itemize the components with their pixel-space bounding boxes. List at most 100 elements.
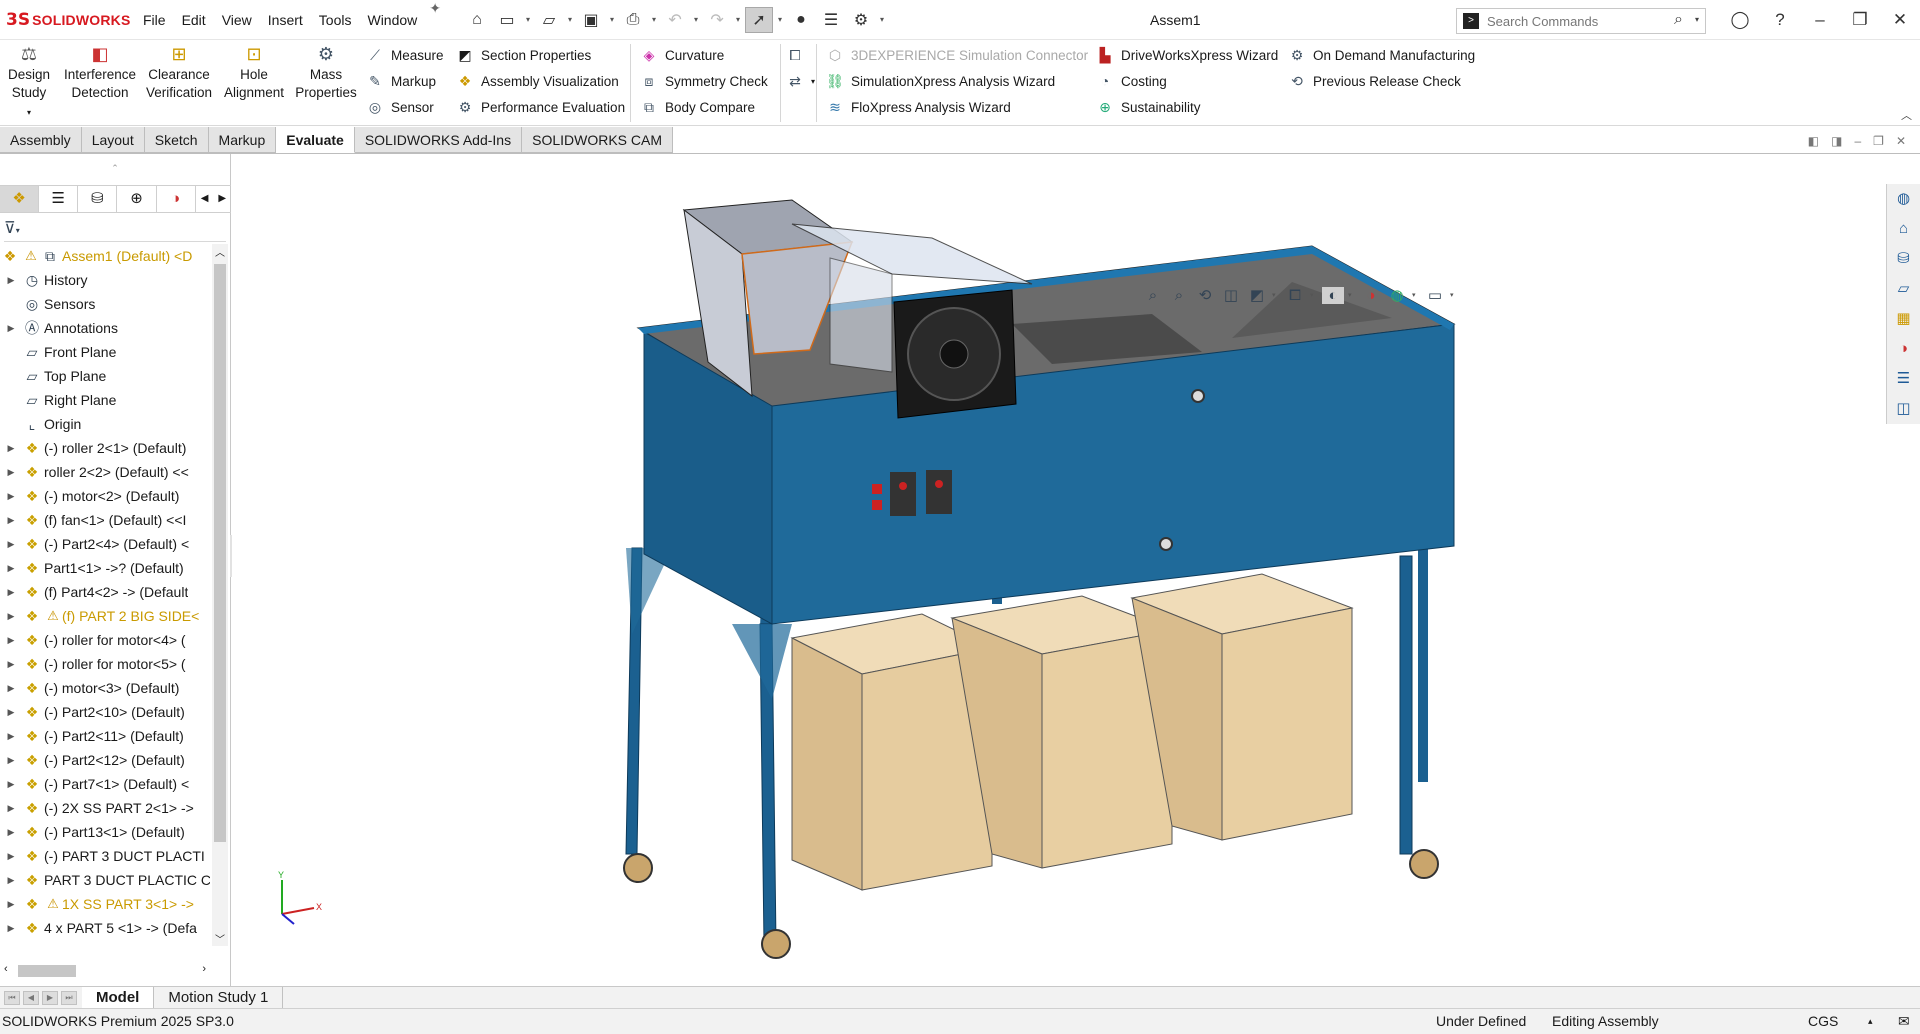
expand-arrow-icon[interactable]: ▶ <box>0 755 22 766</box>
costing-button[interactable]: ◔ Costing <box>1096 68 1278 94</box>
tree-item[interactable]: ▶ ❖ ⚠ 1X SS PART 3<1> -> <box>0 892 210 916</box>
zoom-to-area-icon[interactable]: ⌕ <box>1168 287 1190 304</box>
menu-file[interactable]: File <box>135 0 174 40</box>
tree-item[interactable]: ▶ ❖ (f) Part4<2> -> (Default <box>0 580 210 604</box>
redo-icon[interactable]: ↷ <box>703 7 731 33</box>
first-tab-icon[interactable]: ⏮ <box>4 990 20 1005</box>
section-properties-button[interactable]: ◩ Section Properties <box>456 42 625 68</box>
prev-tab-icon[interactable]: ◀ <box>23 990 39 1005</box>
sustainability-button[interactable]: ⊕ Sustainability <box>1096 94 1278 120</box>
tree-item[interactable]: ▶ ❖ (-) motor<3> (Default) <box>0 676 210 700</box>
floxpress-button[interactable]: ≋ FloXpress Analysis Wizard <box>826 94 1088 120</box>
tree-item[interactable]: ▶ ❖ (-) Part2<4> (Default) < <box>0 532 210 556</box>
expand-arrow-icon[interactable]: ▶ <box>0 731 22 742</box>
expand-arrow-icon[interactable]: ▶ <box>0 443 22 454</box>
display-style-icon[interactable]: ◐ <box>1322 286 1344 304</box>
panel-tab-right-arrow-icon[interactable]: ▶ <box>213 186 231 212</box>
section-view-icon[interactable]: ◫ <box>1220 286 1242 304</box>
select-dropdown-icon[interactable]: ▾ <box>775 15 785 24</box>
view-palette-icon[interactable]: ▦ <box>1887 304 1920 334</box>
tab-markup[interactable]: Markup <box>208 127 277 153</box>
previous-view-icon[interactable]: ⟲ <box>1194 286 1216 304</box>
new-document-icon[interactable]: ▭ <box>493 7 521 33</box>
tree-item[interactable]: ▶❖4 x PART 5 <2> -> (Defa <box>0 940 210 947</box>
redo-dropdown-icon[interactable]: ▾ <box>733 15 743 24</box>
view-orientation-icon[interactable]: ⧠ <box>1284 287 1306 304</box>
expand-arrow-icon[interactable]: ▶ <box>0 587 22 598</box>
measure-button[interactable]: ⟋ Measure <box>366 42 443 68</box>
undo-icon[interactable]: ↶ <box>661 7 689 33</box>
user-account-icon[interactable]: ◯ <box>1720 10 1760 30</box>
scroll-thumb[interactable] <box>214 264 226 842</box>
design-study-button[interactable]: ⚖ Design Study ▾ <box>4 44 54 122</box>
tree-item[interactable]: ▶ ❖ Part1<1> ->? (Default) <box>0 556 210 580</box>
tree-item[interactable]: ▶ ❖ (-) 2X SS PART 2<1> -> <box>0 796 210 820</box>
last-tab-icon[interactable]: ⏭ <box>61 990 77 1005</box>
design-study-dropdown-icon[interactable]: ▾ <box>27 108 31 117</box>
assembly-visualization-button[interactable]: ❖ Assembly Visualization <box>456 68 625 94</box>
search-dropdown-icon[interactable]: ▾ <box>1695 15 1699 24</box>
tree-item[interactable]: ▶ ❖ (-) Part2<11> (Default) <box>0 724 210 748</box>
status-message-icon[interactable]: ✉ <box>1898 1009 1910 1033</box>
expand-arrow-icon[interactable]: ▶ <box>0 539 22 550</box>
dynamic-annotation-icon[interactable]: ◩ <box>1246 286 1268 304</box>
restore-icon[interactable]: ❐ <box>1840 10 1880 30</box>
save-dropdown-icon[interactable]: ▾ <box>607 15 617 24</box>
hole-alignment-button[interactable]: ⊡ Hole Alignment <box>220 44 288 102</box>
expand-arrow-icon[interactable]: ▶ <box>0 899 22 910</box>
tab-sketch[interactable]: Sketch <box>144 127 209 153</box>
tree-root-assembly[interactable]: ❖ ⚠ ⧉ Assem1 (Default) <D <box>0 244 210 268</box>
pin-icon[interactable]: ✦ <box>429 0 441 40</box>
compare-dropdown-icon[interactable]: ▾ <box>811 77 815 86</box>
tree-item[interactable]: ▱ Front Plane <box>0 340 210 364</box>
open-dropdown-icon[interactable]: ▾ <box>565 15 575 24</box>
tree-item[interactable]: ▶ ❖ 4 x PART 5 <1> -> (Defa <box>0 916 210 940</box>
featuremanager-tab-icon[interactable]: ❖ <box>0 186 40 212</box>
expand-arrow-icon[interactable]: ▶ <box>0 875 22 886</box>
minimize-icon[interactable]: – <box>1800 10 1840 30</box>
sensor-button[interactable]: ◎ Sensor <box>366 94 444 120</box>
search-icon[interactable]: ⌕ <box>1674 11 1683 29</box>
clearance-verification-button[interactable]: ⊞ Clearance Verification <box>144 44 214 102</box>
tree-item[interactable]: ▶ Ⓐ Annotations <box>0 316 210 340</box>
status-units[interactable]: CGS <box>1808 1009 1838 1033</box>
propertymanager-tab-icon[interactable]: ☰ <box>39 186 79 212</box>
tree-item[interactable]: ▶ ❖ (-) roller for motor<5> ( <box>0 652 210 676</box>
panel-grip-icon[interactable]: ⌃ <box>0 154 230 182</box>
options-dropdown-icon[interactable]: ▾ <box>877 15 887 24</box>
appearances-icon[interactable]: ◑ <box>1887 334 1920 364</box>
menu-edit[interactable]: Edit <box>174 0 214 40</box>
print-dropdown-icon[interactable]: ▾ <box>649 15 659 24</box>
expand-arrow-icon[interactable]: ▶ <box>0 635 22 646</box>
select-pointer-icon[interactable]: ➚ <box>745 6 774 33</box>
tree-item[interactable]: ◎ Sensors <box>0 292 210 316</box>
filter-icon[interactable]: ⊽▾ <box>4 218 226 242</box>
tree-item[interactable]: ▱ Top Plane <box>0 364 210 388</box>
expand-arrow-icon[interactable]: ▶ <box>0 275 22 286</box>
tree-item[interactable]: ▶ ❖ (-) motor<2> (Default) <box>0 484 210 508</box>
doc-right-icon[interactable]: ◨ <box>1831 134 1842 148</box>
expand-arrow-icon[interactable]: ▶ <box>0 515 22 526</box>
file-properties-icon[interactable]: ☰ <box>817 7 845 33</box>
driveworksxpress-button[interactable]: ▙ DriveWorksXpress Wizard <box>1096 42 1279 68</box>
expand-arrow-icon[interactable]: ▶ <box>0 779 22 790</box>
expand-arrow-icon[interactable]: ▶ <box>0 707 22 718</box>
tree-item[interactable]: ▱ Right Plane <box>0 388 210 412</box>
expand-arrow-icon[interactable]: ▶ <box>0 467 22 478</box>
expand-arrow-icon[interactable]: ▶ <box>0 827 22 838</box>
doc-minimize-icon[interactable]: – <box>1854 134 1861 148</box>
search-commands[interactable]: > Search Commands ⌕ ▾ <box>1456 8 1706 34</box>
close-icon[interactable]: ✕ <box>1880 10 1920 30</box>
tree-item[interactable]: ▶ ❖ PART 3 DUCT PLACTIC C <box>0 868 210 892</box>
tab-motion-study-1[interactable]: Motion Study 1 <box>154 987 284 1008</box>
tree-item[interactable]: ⌞ Origin <box>0 412 210 436</box>
tab-evaluate[interactable]: Evaluate <box>276 127 355 153</box>
orientation-dropdown-icon[interactable]: ▾ <box>1310 291 1318 299</box>
interference-detection-button[interactable]: ◧ Interference Detection <box>60 44 140 102</box>
tab-layout[interactable]: Layout <box>81 127 145 153</box>
tab-assembly[interactable]: Assembly <box>0 127 82 153</box>
new-dropdown-icon[interactable]: ▾ <box>523 15 533 24</box>
tree-item[interactable]: ▶ ❖ (-) roller for motor<4> ( <box>0 628 210 652</box>
expand-arrow-icon[interactable]: ▶ <box>0 491 22 502</box>
expand-arrow-icon[interactable]: ▶ <box>0 323 22 334</box>
